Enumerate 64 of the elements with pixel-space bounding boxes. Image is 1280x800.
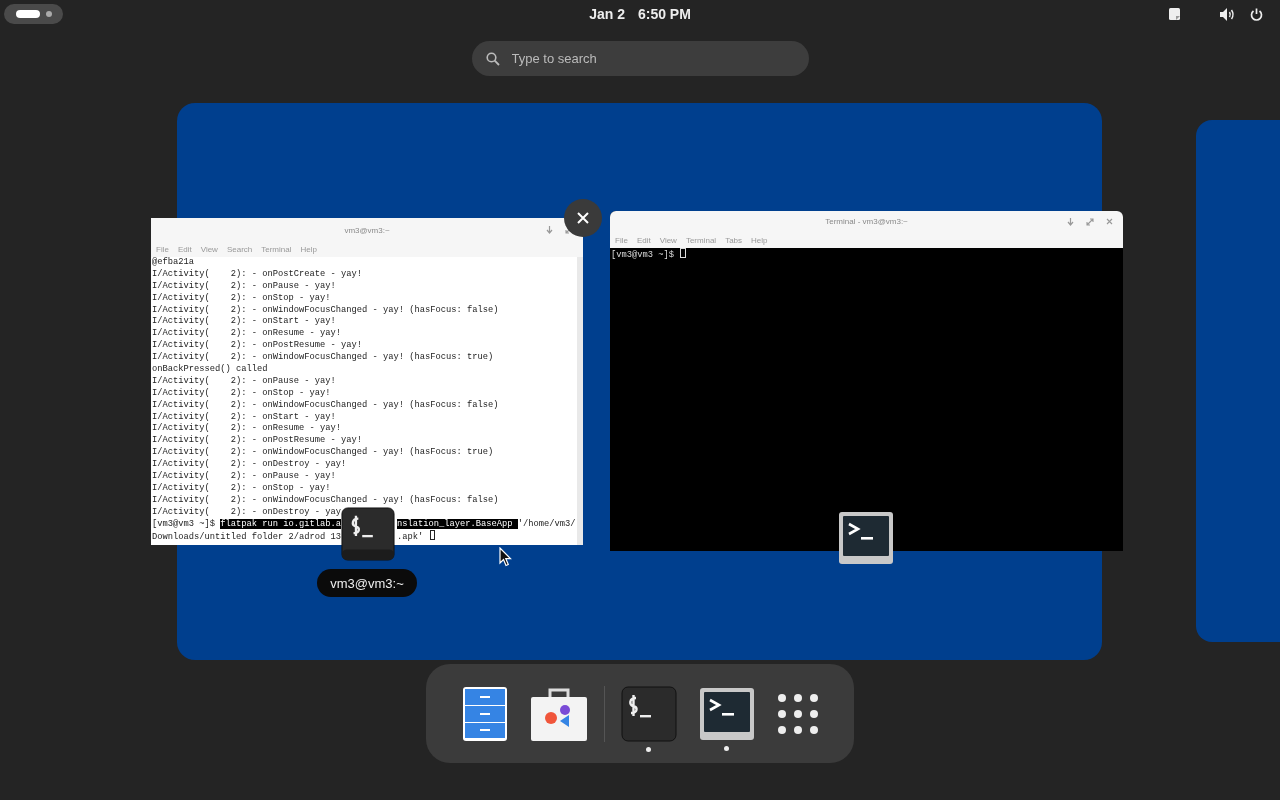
- search-icon: [485, 52, 500, 66]
- terminal-line: I/Activity( 2): - onStop - yay!: [152, 387, 332, 400]
- terminal-text: [vm3@vm3 ~]$: [611, 250, 675, 260]
- close-icon[interactable]: [1106, 218, 1113, 225]
- terminal-line: I/Activity( 2): - onPostResume - yay!: [152, 340, 364, 352]
- minimize-icon[interactable]: [546, 226, 553, 234]
- menu-item[interactable]: Edit: [177, 245, 192, 254]
- terminal-line: I/Activity( 2): - onResume - yay!: [152, 328, 343, 340]
- menu-item[interactable]: Help: [751, 235, 768, 245]
- terminal-line: I/Activity( 2): - onPause - yay!: [152, 375, 337, 388]
- terminal-line: I/Activity( 2): - onResume - yay!: [152, 423, 343, 435]
- terminal-line: I/Activity( 2): - onDestroy - yay: [152, 506, 343, 519]
- search-field[interactable]: Type to search: [471, 41, 809, 76]
- terminal-line: I/Activity( 2): - onPostCreate - yay!: [152, 268, 364, 281]
- window-title: Terminal - vm3@vm3:~: [825, 217, 908, 226]
- terminal-text: Downloads/untitled folder 2/adrod 13: [152, 532, 342, 543]
- terminal-line: I/Activity( 2): - onWindowFocusChanged - yay! (hasFocus: true): [152, 352, 495, 364]
- volume-icon[interactable]: [1220, 7, 1236, 21]
- terminal-window[interactable]: Terminal - vm3@vm3:~ File Edit View Terminal Tabs Help [vm3@vm3 ~]$: [610, 211, 1123, 551]
- terminal-line: I/Activity( 2): - onPostResume - yay!: [152, 435, 364, 447]
- terminal-icon[interactable]: [620, 685, 677, 742]
- close-icon: [576, 211, 590, 225]
- terminal-line: I/Activity( 2): - onDestroy - yay!: [152, 459, 348, 471]
- terminal-line: I/Activity( 2): - onWindowFocusChanged - yay! (hasFocus: false): [152, 399, 500, 412]
- time-label[interactable]: 6:50 PM: [637, 6, 691, 22]
- menu-item[interactable]: Help: [300, 245, 317, 254]
- menu-item[interactable]: Edit: [636, 235, 651, 245]
- window-title: vm3@vm3:~: [344, 225, 390, 235]
- console-icon: [838, 511, 894, 565]
- menu-item[interactable]: Tabs: [725, 235, 743, 245]
- menu-item[interactable]: View: [659, 235, 677, 245]
- date-label[interactable]: Jan 2: [589, 6, 625, 22]
- terminal-line: I/Activity( 2): - onWindowFocusChanged - yay! (hasFocus: false): [152, 304, 500, 316]
- menu-item[interactable]: File: [156, 245, 169, 254]
- menu-item[interactable]: Terminal: [261, 245, 292, 254]
- terminal-window[interactable]: [151, 218, 583, 545]
- terminal-line: I/Activity( 2): - onStop - yay!: [152, 482, 332, 495]
- mouse-pointer-icon: [499, 547, 512, 567]
- console-icon[interactable]: [698, 686, 755, 741]
- terminal-text: nslation_layer.BaseApp: [397, 518, 518, 529]
- minimize-icon[interactable]: [1067, 217, 1074, 226]
- terminal-line: I/Activity( 2): - onStart - yay!: [152, 411, 337, 423]
- menu-item[interactable]: View: [200, 245, 218, 254]
- terminal-text: '/home/vm3/: [517, 518, 576, 529]
- activities-button[interactable]: [4, 4, 63, 24]
- file-cabinet-icon[interactable]: [461, 685, 508, 742]
- menu-item[interactable]: Terminal: [685, 235, 717, 245]
- power-icon[interactable]: [1250, 7, 1263, 21]
- terminal-line: I/Activity( 2): - onStart - yay!: [152, 316, 337, 328]
- terminal-text: flatpak run io.gitlab.a: [220, 518, 342, 529]
- window-caption: vm3@vm3:~: [317, 569, 417, 597]
- menu-item[interactable]: Search: [226, 245, 253, 254]
- terminal-line: I/Activity( 2): - onPause - yay!: [152, 280, 337, 293]
- terminal-icon: [341, 507, 395, 561]
- terminal-line: @efba21a: [152, 257, 195, 269]
- terminal-line: I/Activity( 2): - onPause - yay!: [152, 471, 337, 483]
- terminal-line: onBackPressed() called: [152, 364, 269, 376]
- terminal-line: I/Activity( 2): - onStop - yay!: [152, 292, 332, 305]
- terminal-line: I/Activity( 2): - onWindowFocusChanged - yay! (hasFocus: false): [152, 494, 500, 507]
- terminal-text: [vm3@vm3 ~]$: [152, 518, 216, 529]
- terminal-text: .apk': [397, 532, 425, 543]
- app-grid-icon[interactable]: [776, 692, 819, 735]
- terminal-line: I/Activity( 2): - onWindowFocusChanged - yay! (hasFocus: true): [152, 447, 495, 459]
- menu-item[interactable]: File: [615, 235, 628, 245]
